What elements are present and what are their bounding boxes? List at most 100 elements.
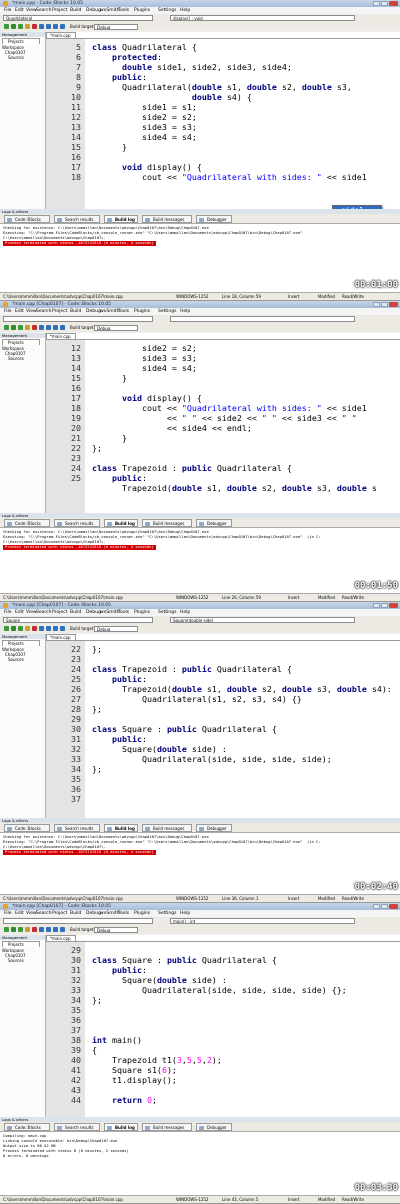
menu-item-plugins[interactable]: Plugins xyxy=(134,609,150,616)
log-tab-codeblocks[interactable]: Code::Blocks xyxy=(4,1123,50,1131)
build-tool-icon[interactable] xyxy=(46,626,51,631)
menu-item-help[interactable]: Help xyxy=(180,910,190,917)
build-tool-icon[interactable] xyxy=(32,325,37,330)
build-tool-icon[interactable] xyxy=(18,626,23,631)
build-tool-icon[interactable] xyxy=(11,325,16,330)
build-tool-icon[interactable] xyxy=(39,24,44,29)
close-button[interactable] xyxy=(389,904,398,909)
menu-item-wxsmith[interactable]: wxSmith xyxy=(100,609,119,616)
function-combo[interactable]: Square(double side) xyxy=(170,617,355,623)
build-tool-icon[interactable] xyxy=(18,325,23,330)
log-tab-searchresults[interactable]: Search results xyxy=(54,1123,100,1131)
menu-item-search[interactable]: Search xyxy=(36,910,51,917)
log-tab-buildlog[interactable]: Build log xyxy=(104,824,138,832)
menu-item-plugins[interactable]: Plugins xyxy=(134,7,150,14)
build-tool-icon[interactable] xyxy=(53,927,58,932)
menu-item-edit[interactable]: Edit xyxy=(15,609,24,616)
menu-item-wxsmith[interactable]: wxSmith xyxy=(100,910,119,917)
log-tab-searchresults[interactable]: Search results xyxy=(54,824,100,832)
menu-item-project[interactable]: Project xyxy=(52,308,67,315)
build-tool-icon[interactable] xyxy=(4,24,9,29)
menu-item-settings[interactable]: Settings xyxy=(158,910,176,917)
menu-item-settings[interactable]: Settings xyxy=(158,609,176,616)
build-tool-icon[interactable] xyxy=(18,927,23,932)
build-tool-icon[interactable] xyxy=(25,24,30,29)
menu-item-file[interactable]: File xyxy=(4,7,12,14)
menu-item-settings[interactable]: Settings xyxy=(158,308,176,315)
build-tool-icon[interactable] xyxy=(25,325,30,330)
minimize-button[interactable] xyxy=(373,904,380,909)
maximize-button[interactable] xyxy=(381,603,388,608)
projects-tab[interactable]: Projects xyxy=(2,339,40,345)
menu-item-build[interactable]: Build xyxy=(70,308,81,315)
projects-tab[interactable]: Projects xyxy=(2,941,40,947)
function-combo[interactable]: display() : void xyxy=(170,15,355,21)
menu-item-tools[interactable]: Tools xyxy=(118,7,129,14)
scope-combo[interactable] xyxy=(3,918,153,924)
menu-item-edit[interactable]: Edit xyxy=(15,7,24,14)
build-target-select[interactable]: Debug xyxy=(94,24,138,30)
log-tab-buildmessages[interactable]: Build messages xyxy=(142,519,192,527)
menu-item-edit[interactable]: Edit xyxy=(15,308,24,315)
menu-item-wxsmith[interactable]: wxSmith xyxy=(100,308,119,315)
menu-item-debug[interactable]: Debug xyxy=(86,910,101,917)
menu-item-search[interactable]: Search xyxy=(36,7,51,14)
close-button[interactable] xyxy=(389,1,398,6)
maximize-button[interactable] xyxy=(381,302,388,307)
build-tool-icon[interactable] xyxy=(32,626,37,631)
scope-combo[interactable]: Quadrilateral xyxy=(3,15,153,21)
build-tool-icon[interactable] xyxy=(4,626,9,631)
build-tool-icon[interactable] xyxy=(25,927,30,932)
maximize-button[interactable] xyxy=(381,904,388,909)
menu-item-debug[interactable]: Debug xyxy=(86,7,101,14)
menu-item-debug[interactable]: Debug xyxy=(86,308,101,315)
log-tab-buildmessages[interactable]: Build messages xyxy=(142,824,192,832)
menu-item-help[interactable]: Help xyxy=(180,609,190,616)
code-area[interactable]: }; class Trapezoid : public Quadrilateral… xyxy=(86,641,400,818)
minimize-button[interactable] xyxy=(373,1,380,6)
build-tool-icon[interactable] xyxy=(53,325,58,330)
log-tab-debugger[interactable]: Debugger xyxy=(196,1123,232,1131)
build-target-select[interactable]: Debug xyxy=(94,325,138,331)
log-tab-debugger[interactable]: Debugger xyxy=(196,215,232,223)
build-tool-icon[interactable] xyxy=(60,325,65,330)
log-tab-buildmessages[interactable]: Build messages xyxy=(142,215,192,223)
menu-item-build[interactable]: Build xyxy=(70,910,81,917)
log-tab-debugger[interactable]: Debugger xyxy=(196,519,232,527)
build-tool-icon[interactable] xyxy=(60,927,65,932)
build-tool-icon[interactable] xyxy=(11,927,16,932)
build-tool-icon[interactable] xyxy=(4,927,9,932)
menu-item-tools[interactable]: Tools xyxy=(118,910,129,917)
scope-combo[interactable] xyxy=(3,316,153,322)
build-target-select[interactable]: Debug xyxy=(94,626,138,632)
build-tool-icon[interactable] xyxy=(53,626,58,631)
build-tool-icon[interactable] xyxy=(53,24,58,29)
build-tool-icon[interactable] xyxy=(39,325,44,330)
code-area[interactable]: class Square : public Quadrilateral { pu… xyxy=(86,942,400,1117)
build-tool-icon[interactable] xyxy=(11,626,16,631)
code-area[interactable]: side2 = s2; side3 = s3; side4 = s4; } vo… xyxy=(86,340,400,513)
menu-item-plugins[interactable]: Plugins xyxy=(134,308,150,315)
menu-item-build[interactable]: Build xyxy=(70,609,81,616)
log-tab-debugger[interactable]: Debugger xyxy=(196,824,232,832)
build-tool-icon[interactable] xyxy=(25,626,30,631)
function-combo[interactable] xyxy=(170,316,355,322)
projects-tab[interactable]: Projects xyxy=(2,38,40,44)
menu-item-project[interactable]: Project xyxy=(52,609,67,616)
build-tool-icon[interactable] xyxy=(46,24,51,29)
menu-item-tools[interactable]: Tools xyxy=(118,609,129,616)
menu-item-plugins[interactable]: Plugins xyxy=(134,910,150,917)
tree-item-sources[interactable]: Sources xyxy=(8,657,24,662)
build-tool-icon[interactable] xyxy=(18,24,23,29)
minimize-button[interactable] xyxy=(373,603,380,608)
close-button[interactable] xyxy=(389,603,398,608)
log-tab-buildmessages[interactable]: Build messages xyxy=(142,1123,192,1131)
menu-item-search[interactable]: Search xyxy=(36,609,51,616)
build-tool-icon[interactable] xyxy=(4,325,9,330)
log-tab-codeblocks[interactable]: Code::Blocks xyxy=(4,519,50,527)
minimize-button[interactable] xyxy=(373,302,380,307)
projects-tab[interactable]: Projects xyxy=(2,640,40,646)
menu-item-wxsmith[interactable]: wxSmith xyxy=(100,7,119,14)
tree-item-sources[interactable]: Sources xyxy=(8,55,24,60)
build-tool-icon[interactable] xyxy=(46,927,51,932)
